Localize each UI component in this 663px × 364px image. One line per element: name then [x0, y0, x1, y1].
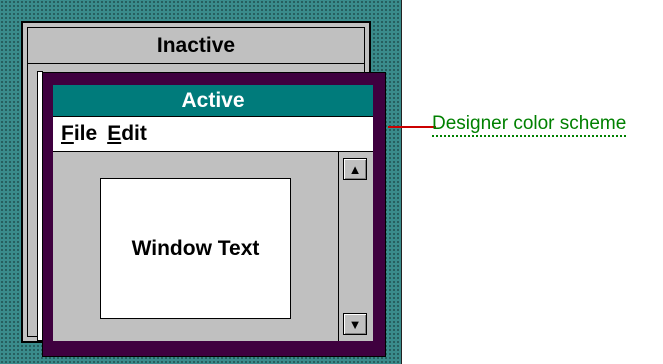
client-area: Window Text [53, 152, 338, 341]
active-window[interactable]: Active File Edit Window Text ▲ ▼ [42, 72, 386, 357]
menu-file-label: ile [73, 122, 98, 145]
scroll-up-arrow-icon[interactable]: ▲ [343, 158, 367, 180]
menu-file-mnemonic: F [61, 122, 74, 145]
menu-edit[interactable]: Edit [107, 122, 147, 146]
menu-bar: File Edit [53, 117, 373, 152]
annotation-leader-line [388, 126, 436, 128]
menu-file[interactable]: File [61, 122, 97, 146]
window-text-box: Window Text [100, 178, 291, 319]
desktop-preview: Inactive Active File Edit Window Text ▲ … [0, 0, 402, 364]
active-window-title: Active [53, 85, 373, 117]
vertical-scrollbar[interactable]: ▲ ▼ [338, 152, 373, 341]
menu-edit-mnemonic: E [107, 122, 122, 145]
menu-edit-label: dit [121, 122, 147, 145]
inactive-window-title: Inactive [28, 28, 364, 64]
annotation-label[interactable]: Designer color scheme [432, 113, 627, 137]
scroll-down-arrow-icon[interactable]: ▼ [343, 313, 367, 335]
